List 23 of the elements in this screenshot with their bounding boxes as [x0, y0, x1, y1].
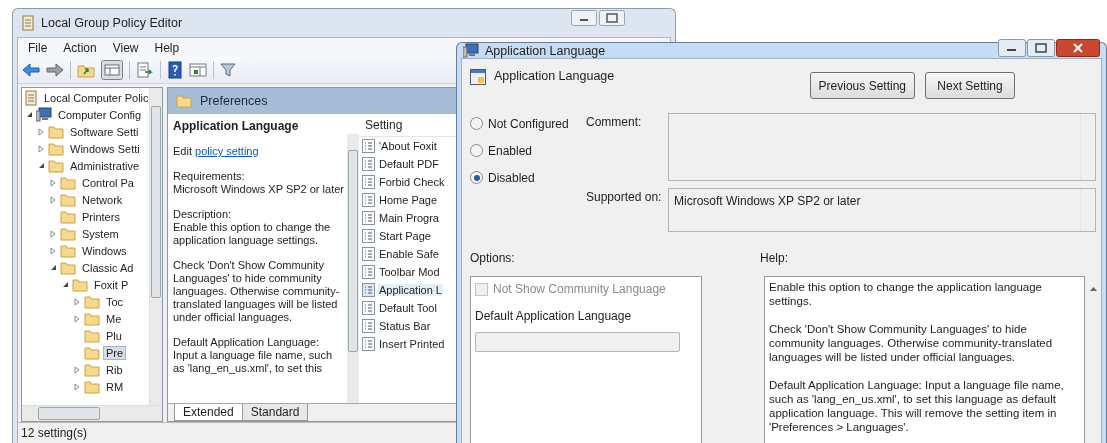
help-text: Default Application Language: Input a language file name, such as 'lang_en_us.xml', to set this language as default application language. This will remove the setting item in 'Preferences > Languages'. — [769, 378, 1065, 434]
checkbox-label: Not Show Community Language — [493, 282, 666, 296]
edit-text: Edit policy setting — [173, 145, 260, 158]
supported-value: Microsoft Windows XP SP2 or later — [673, 193, 862, 210]
comment-label: Comment: — [586, 114, 643, 131]
help-text: Enable this option to change the application language settings. — [769, 280, 1044, 308]
description-text: Requirements: — [173, 170, 246, 183]
description-text: Enable this option to change the application language settings. — [173, 221, 332, 247]
help-text: Check 'Don't Show Community Languages' to hide community languages. Otherwise community-translated languages will be listed under official languages. — [769, 322, 1054, 364]
help-label: Help: — [760, 251, 788, 265]
supported-label: Supported on: — [586, 189, 663, 206]
description-text: Input a language file name, such as 'lang_en_us.xml', to set this — [173, 349, 333, 375]
window-title: Application Language — [485, 43, 606, 58]
description-text: Microsoft Windows XP SP2 or later — [173, 183, 345, 196]
header-title: Preferences — [200, 94, 268, 108]
description-text: Default Application Language: — [173, 336, 321, 349]
field-label: Default Application Language — [475, 309, 633, 323]
description-title: Application Language — [173, 120, 300, 133]
setting-name: Application Language — [494, 69, 615, 83]
description-text: Check 'Don't Show Community Languages' to hide community languages. Otherwise community-translated languages will be listed under official languages. — [173, 259, 341, 324]
options-label: Options: — [470, 251, 516, 265]
window-title: Local Group Policy Editor — [41, 16, 183, 30]
description-text: Description: — [173, 208, 233, 221]
